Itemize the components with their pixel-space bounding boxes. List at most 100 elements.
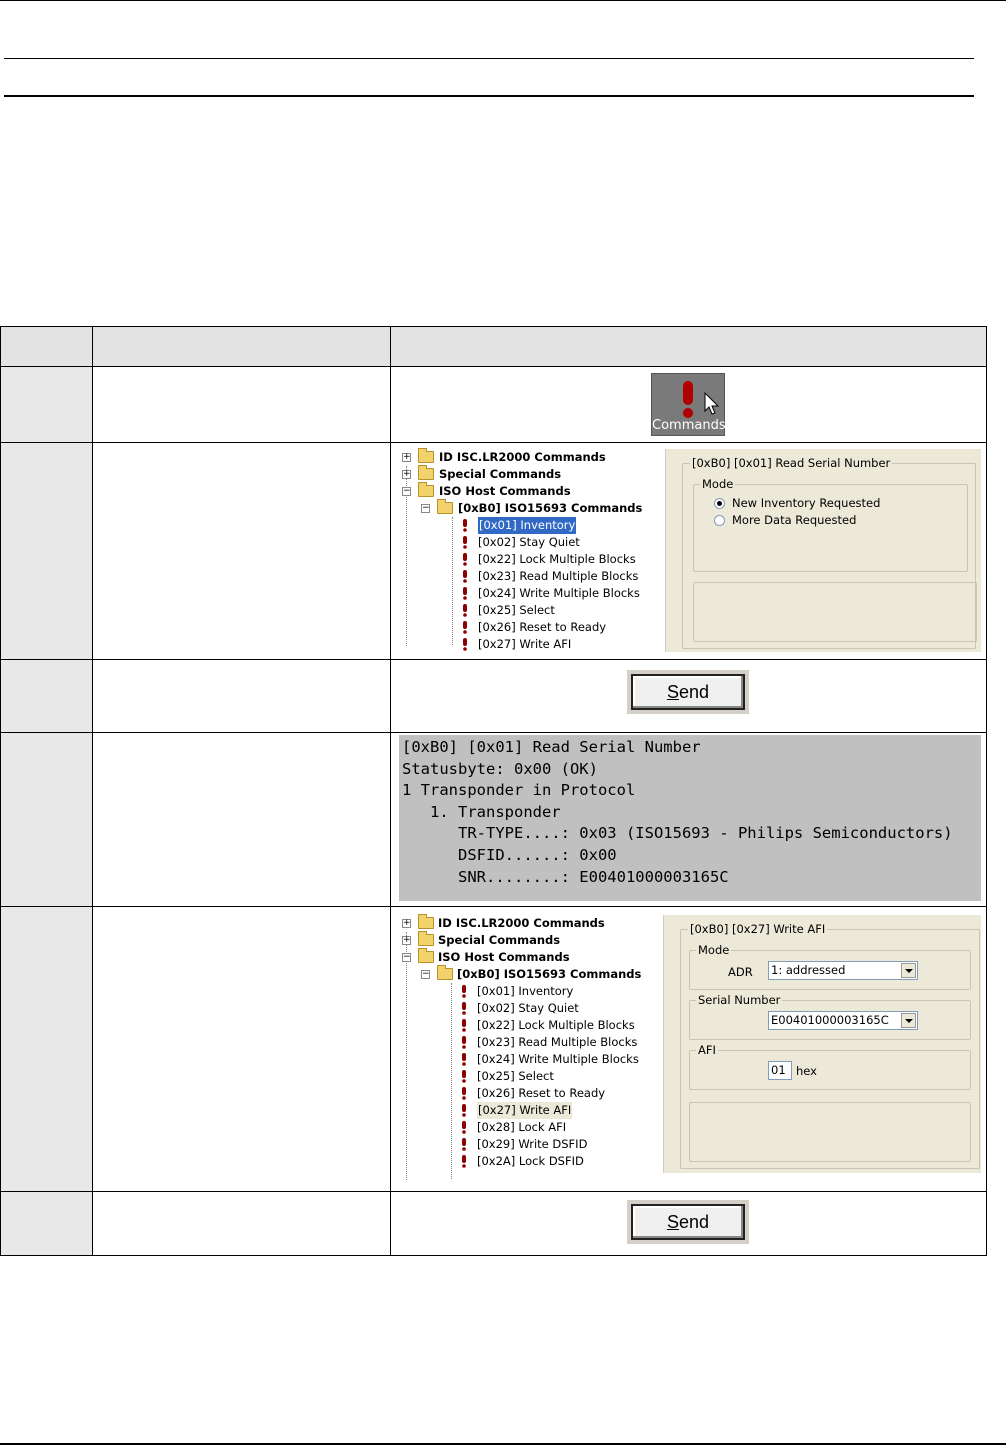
tree-node-root[interactable]: + Special Commands — [397, 931, 661, 949]
output-line: [0xB0] [0x01] Read Serial Number — [402, 738, 701, 756]
screen-cell: [0xB0] [0x01] Read Serial Number Statusb… — [390, 732, 987, 907]
open-folder-icon — [418, 948, 434, 963]
command-exclamation-icon — [461, 1154, 467, 1173]
footer-rule — [0, 1443, 1006, 1445]
radio-label: More Data Requested — [732, 513, 857, 527]
tree-item[interactable]: [0x2A] Lock DSFID — [397, 1153, 661, 1170]
desc-cell — [92, 906, 391, 1192]
desc-cell — [92, 1191, 391, 1256]
tree-item[interactable]: [0x01] Inventory — [397, 983, 661, 1000]
radio-label: New Inventory Requested — [732, 496, 881, 510]
tree-item[interactable]: [0x26] Reset to Ready — [397, 1085, 661, 1102]
expand-icon[interactable]: + — [402, 470, 411, 479]
tree-item-label: [0x2A] Lock DSFID — [477, 1154, 584, 1168]
step-cell — [0, 906, 93, 1192]
screen-cell: + ID ISC.LR2000 Commands + Special Comma… — [390, 906, 987, 1192]
tree-item-label: [0x01] Inventory — [478, 517, 577, 534]
empty-groupbox — [693, 582, 977, 642]
expand-icon[interactable]: + — [402, 453, 411, 462]
folder-icon — [418, 448, 434, 463]
expand-icon[interactable]: + — [402, 936, 411, 945]
expand-icon[interactable]: + — [402, 919, 411, 928]
tree-item-label: [0x26] Reset to Ready — [478, 620, 607, 634]
commands-button[interactable]: Commands — [651, 373, 726, 436]
tree-node-root[interactable]: + ID ISC.LR2000 Commands — [397, 448, 657, 466]
adr-label: ADR — [728, 965, 753, 979]
tree-item[interactable]: [0x27] Write AFI — [397, 1102, 661, 1119]
desc-cell — [92, 442, 391, 660]
tree-item-label: [0x02] Stay Quiet — [477, 1001, 579, 1015]
tree-item[interactable]: [0x22] Lock Multiple Blocks — [397, 1017, 661, 1034]
tree-item[interactable]: [0x24] Write Multiple Blocks — [397, 1051, 661, 1068]
mode-legend: Mode — [696, 943, 732, 957]
desc-cell — [92, 366, 391, 443]
table-row: Send — [0, 659, 987, 733]
tree-item[interactable]: [0x02] Stay Quiet — [397, 534, 657, 551]
tree-item[interactable]: [0x01] Inventory — [397, 517, 657, 534]
tree-item[interactable]: [0x24] Write Multiple Blocks — [397, 585, 657, 602]
send-button[interactable]: Send — [631, 674, 745, 710]
write-afi-panel: [0xB0] [0x27] Write AFI Mode ADR 1: addr… — [663, 915, 981, 1173]
tree-item[interactable]: [0x02] Stay Quiet — [397, 1000, 661, 1017]
tree-item[interactable]: [0x29] Write DSFID — [397, 1136, 661, 1153]
send-button[interactable]: Send — [631, 1204, 745, 1240]
collapse-icon[interactable]: − — [421, 970, 430, 979]
tree-node-root[interactable]: − ISO Host Commands — [397, 482, 657, 500]
tree-node-root[interactable]: + ID ISC.LR2000 Commands — [397, 914, 661, 932]
mode-legend: Mode — [700, 477, 736, 491]
tree-item[interactable]: [0x23] Read Multiple Blocks — [397, 568, 657, 585]
tree-item[interactable]: [0x27] Write AFI — [397, 636, 657, 653]
afi-groupbox: AFI 01 hex — [689, 1043, 971, 1090]
panel-title: [0xB0] [0x01] Read Serial Number — [690, 456, 893, 470]
tree-item-label: [0x22] Lock Multiple Blocks — [478, 552, 636, 566]
collapse-icon[interactable]: − — [421, 504, 430, 513]
header-rule-thin — [4, 58, 974, 59]
command-groupbox: [0xB0] [0x01] Read Serial Number Mode Ne… — [682, 456, 977, 649]
table-row: Send — [0, 1191, 987, 1256]
mode-groupbox: Mode New Inventory Requested More Data R… — [693, 477, 968, 572]
desc-cell — [92, 659, 391, 733]
commands-button-label: Commands — [652, 418, 726, 433]
open-folder-icon — [437, 965, 453, 980]
afi-input[interactable]: 01 — [768, 1061, 792, 1080]
desc-cell — [92, 732, 391, 907]
afi-legend: AFI — [696, 1043, 718, 1057]
radio-more-data[interactable] — [714, 515, 725, 526]
tree-item-label: [0x24] Write Multiple Blocks — [477, 1052, 639, 1066]
tree-item[interactable]: [0x26] Reset to Ready — [397, 619, 657, 636]
chevron-down-icon[interactable] — [901, 1013, 916, 1028]
radio-new-inventory[interactable] — [714, 498, 725, 509]
output-line: SNR........: E00401000003165C — [402, 867, 729, 886]
tree-item[interactable]: [0x25] Select — [397, 602, 657, 619]
screen-cell: Commands — [390, 366, 987, 443]
tree-node-group[interactable]: − [0xB0] ISO15693 Commands — [397, 499, 657, 517]
collapse-icon[interactable]: − — [402, 487, 411, 496]
screen-cell: Send — [390, 1191, 987, 1256]
tree-item[interactable]: [0x28] Lock AFI — [397, 1119, 661, 1136]
step-cell — [0, 732, 93, 907]
table-row: Commands — [0, 366, 987, 443]
adr-select[interactable]: 1: addressed — [768, 961, 918, 980]
folder-icon — [418, 465, 434, 480]
tree-item-label: [0x23] Read Multiple Blocks — [478, 569, 639, 583]
chevron-down-icon[interactable] — [901, 963, 916, 978]
tree-node-root[interactable]: + Special Commands — [397, 465, 657, 483]
protocol-output: [0xB0] [0x01] Read Serial Number Statusb… — [399, 735, 981, 901]
open-folder-icon — [437, 499, 453, 514]
step-cell — [0, 366, 93, 443]
tree-item[interactable]: [0x23] Read Multiple Blocks — [397, 1034, 661, 1051]
tree-item[interactable]: [0x22] Lock Multiple Blocks — [397, 551, 657, 568]
tree-item-label: [0x27] Write AFI — [477, 1102, 573, 1119]
header-rule-thick — [4, 95, 974, 97]
mouse-cursor-icon — [704, 391, 720, 421]
tree-item-label: [0x25] Select — [478, 603, 555, 617]
tree-node-group[interactable]: − [0xB0] ISO15693 Commands — [397, 965, 661, 983]
serial-number-select[interactable]: E00401000003165C — [768, 1011, 918, 1030]
tree-item[interactable]: [0x25] Select — [397, 1068, 661, 1085]
step-cell — [0, 442, 93, 660]
collapse-icon[interactable]: − — [402, 953, 411, 962]
screen-cell: + ID ISC.LR2000 Commands + Special Comma… — [390, 442, 987, 660]
panel-title: [0xB0] [0x27] Write AFI — [688, 922, 828, 936]
serial-groupbox: Serial Number E00401000003165C — [689, 993, 971, 1040]
tree-node-root[interactable]: − ISO Host Commands — [397, 948, 661, 966]
